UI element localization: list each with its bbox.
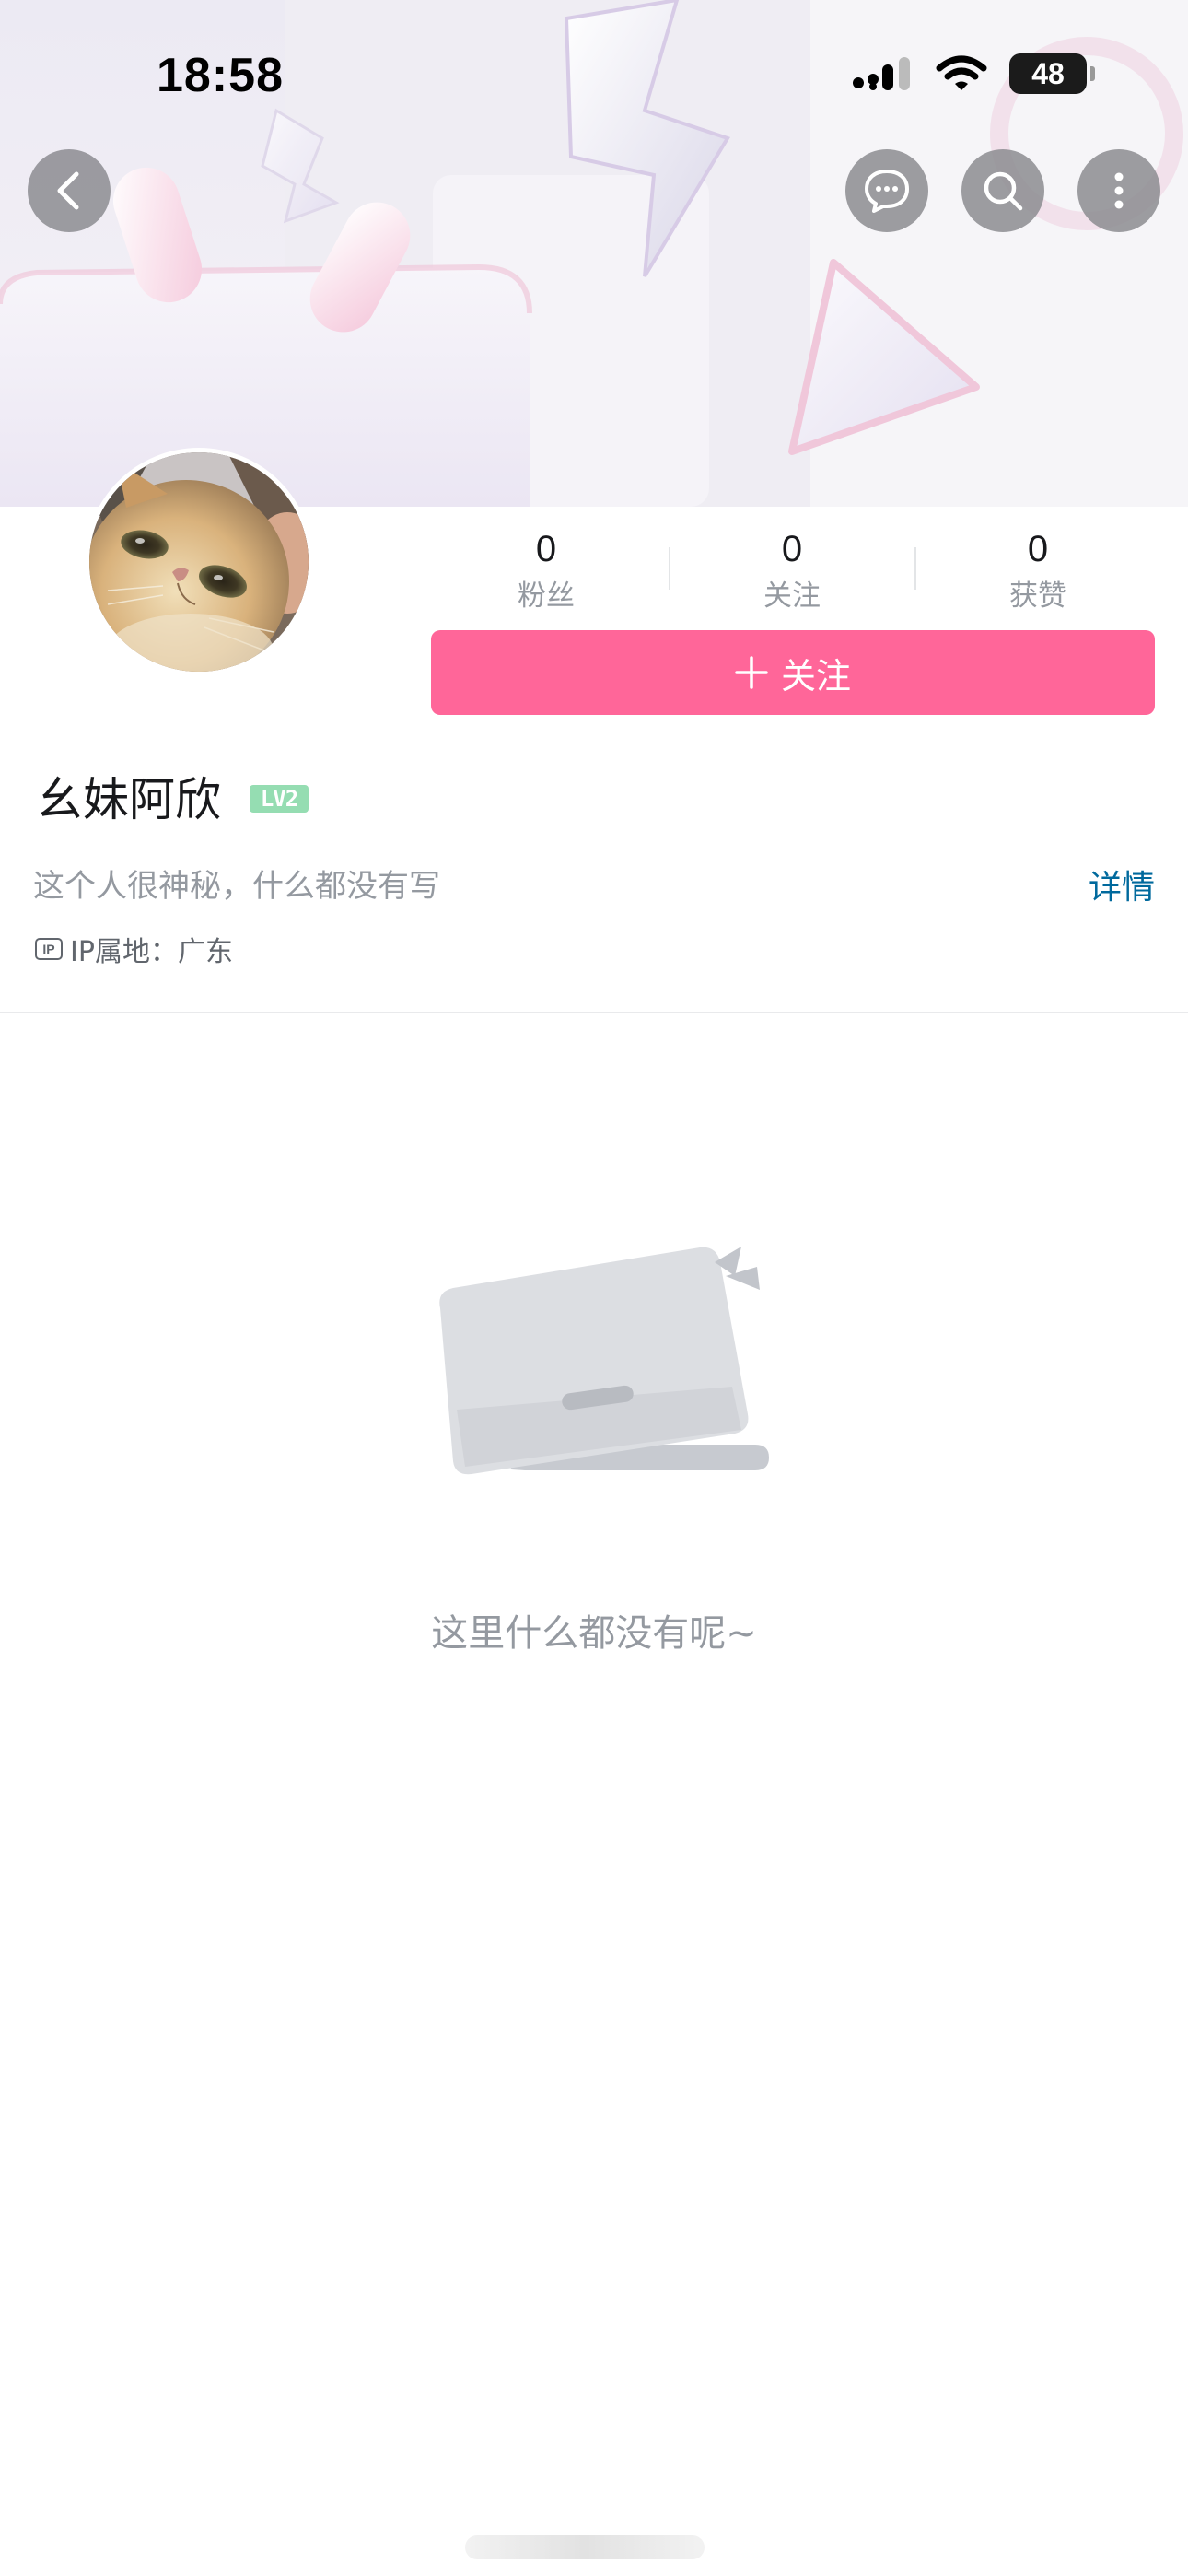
plus-icon (735, 656, 768, 689)
bio-text: 这个人很神秘，什么都没有写 (33, 868, 440, 905)
empty-box-icon (439, 1247, 769, 1475)
stat-following[interactable]: 0 关注 (700, 523, 884, 617)
more-button[interactable] (1077, 149, 1160, 232)
ip-location: IP IP属地：广东 (35, 929, 233, 969)
likes-label: 获赞 (1009, 580, 1066, 613)
search-icon (984, 171, 1023, 211)
home-indicator[interactable] (465, 2535, 705, 2559)
stat-divider (669, 547, 670, 590)
avatar[interactable] (85, 448, 313, 676)
stat-likes[interactable]: 0 获赞 (946, 523, 1130, 617)
profile-stats: 0 粉丝 0 关注 0 获赞 (424, 523, 1160, 625)
status-bar: 18:58 48 (0, 0, 1188, 157)
avatar-image (89, 452, 309, 672)
ip-location-text: IP属地：广东 (70, 936, 233, 968)
search-button[interactable] (961, 149, 1044, 232)
section-divider (0, 1012, 1188, 1013)
more-vertical-icon (1114, 172, 1124, 209)
battery-icon: 48 (1009, 53, 1095, 94)
empty-state-text: 这里什么都没有呢~ (431, 1612, 757, 1655)
follow-button[interactable]: 关注 (431, 630, 1155, 715)
status-icons: 48 (853, 53, 1095, 94)
chevron-left-icon (57, 171, 79, 210)
cat-avatar-image (89, 452, 309, 672)
fans-count: 0 (535, 529, 557, 569)
message-button[interactable] (845, 149, 928, 232)
cellular-signal-icon (853, 57, 910, 90)
following-count: 0 (781, 529, 803, 569)
wifi-icon (936, 55, 987, 90)
level-badge[interactable]: LV2 (250, 785, 309, 813)
chat-bubble-icon (865, 170, 909, 213)
ip-icon: IP (35, 938, 63, 960)
back-button[interactable] (28, 149, 111, 232)
detail-link[interactable]: 详情 (1089, 861, 1155, 908)
follow-button-label: 关注 (780, 655, 851, 697)
stat-fans[interactable]: 0 粉丝 (454, 523, 638, 617)
likes-count: 0 (1027, 529, 1049, 569)
status-time: 18:58 (157, 49, 284, 102)
username: 幺妹阿欣 (37, 773, 221, 826)
fans-label: 粉丝 (518, 580, 575, 613)
following-label: 关注 (763, 580, 821, 613)
empty-state-illustration (424, 1225, 774, 1520)
stat-divider (914, 547, 916, 590)
